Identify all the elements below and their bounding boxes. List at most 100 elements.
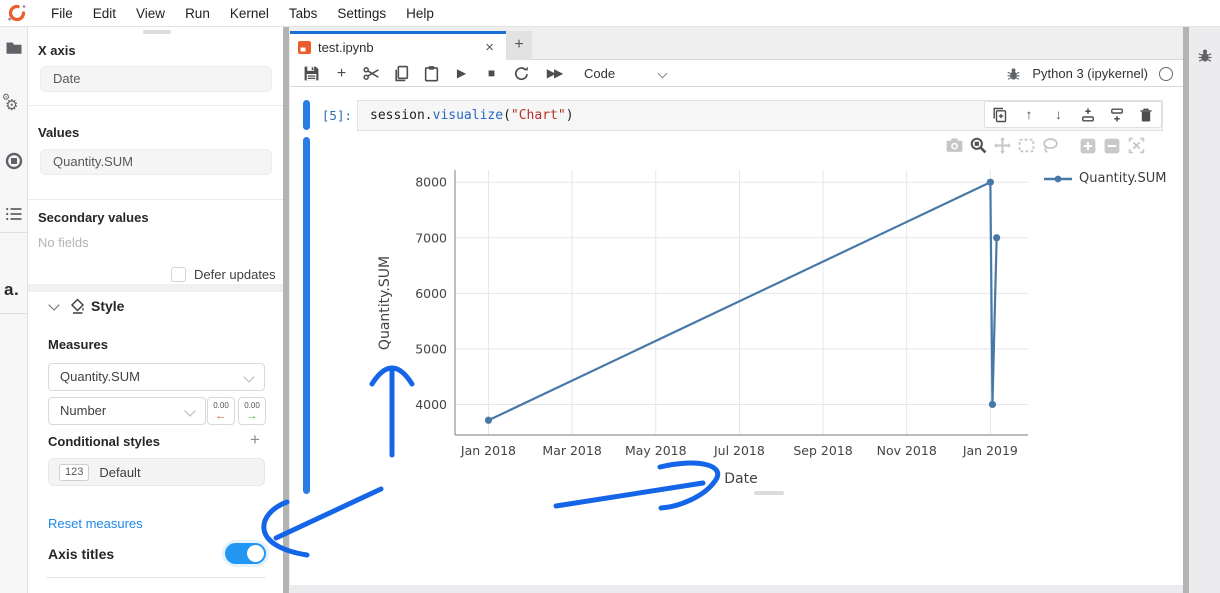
restart-run-all-icon[interactable]: ▶▶	[543, 65, 565, 82]
svg-text:5000: 5000	[415, 341, 447, 356]
divider	[28, 105, 283, 106]
panel-drag-handle[interactable]	[143, 30, 171, 34]
chart-editor-panel: X axis Date Values Quantity.SUM Secondar…	[28, 27, 283, 593]
restart-kernel-icon[interactable]	[513, 65, 530, 82]
duplicate-cell-icon[interactable]	[992, 107, 1008, 123]
secondary-values-empty: No fields	[38, 235, 89, 250]
values-section-label: Values	[38, 125, 79, 140]
menu-edit[interactable]: Edit	[83, 6, 126, 21]
copy-cells-icon[interactable]	[393, 65, 410, 82]
conditional-style-default-row[interactable]: 123 Default	[48, 458, 265, 486]
right-arrow-icon: →	[239, 411, 265, 421]
menu-settings[interactable]: Settings	[327, 6, 396, 21]
chevron-down-icon	[184, 405, 195, 416]
table-of-contents-icon[interactable]	[5, 205, 23, 223]
cell-output-collapser[interactable]	[303, 137, 310, 494]
chart-tick-labels: Jan 2018 Mar 2018 May 2018 Jul 2018 Sep 2018…	[415, 175, 1018, 458]
notebook-file-icon	[298, 41, 311, 54]
kernel-status-indicator	[1159, 67, 1173, 81]
chart-legend-item[interactable]: Quantity.SUM	[1043, 171, 1166, 186]
plotly-modebar	[945, 136, 1146, 155]
right-dock-border	[1183, 27, 1189, 593]
conditional-styles-label: Conditional styles	[48, 434, 160, 449]
run-cell-icon[interactable]: ▶	[453, 65, 470, 82]
jupyterlab-window: File Edit View Run Kernel Tabs Settings …	[0, 0, 1220, 593]
download-plot-icon[interactable]	[945, 136, 964, 155]
atoti-tab-logo[interactable]: a.	[4, 280, 19, 300]
paste-cells-icon[interactable]	[423, 65, 440, 82]
number-format-select[interactable]: Number	[48, 397, 206, 425]
move-cell-down-icon[interactable]: ↓	[1050, 107, 1066, 123]
menu-kernel[interactable]: Kernel	[220, 6, 279, 21]
running-kernels-icon[interactable]	[5, 152, 23, 170]
x-axis-field-chip[interactable]: Date	[40, 66, 272, 92]
style-section-title: Style	[91, 298, 124, 314]
notebook-toolbar: + ▶ ■ ▶▶ Code	[290, 60, 1183, 87]
increase-decimals-button[interactable]: 0.00 →	[238, 397, 266, 425]
notebook-content: [5]: session.visualize("Chart") ↑ ↓	[290, 87, 1183, 585]
app-logo-icon	[7, 3, 27, 23]
close-tab-icon[interactable]: ×	[485, 39, 498, 56]
insert-cell-above-icon[interactable]	[1080, 107, 1096, 123]
notebook-panel: test.ipynb × + +	[290, 27, 1183, 593]
autoscale-icon[interactable]	[1127, 136, 1146, 155]
new-launcher-button[interactable]: +	[506, 31, 532, 60]
pan-mode-icon[interactable]	[993, 136, 1012, 155]
dock-tab-bar: test.ipynb × +	[290, 27, 1183, 60]
menu-run[interactable]: Run	[175, 6, 220, 21]
svg-text:8000: 8000	[415, 175, 447, 190]
svg-text:Jul 2018: Jul 2018	[713, 443, 765, 458]
delete-cell-icon[interactable]	[1138, 107, 1154, 123]
zoom-in-icon[interactable]	[1079, 136, 1098, 155]
file-browser-icon[interactable]	[5, 39, 23, 57]
zoom-mode-icon[interactable]	[969, 136, 988, 155]
y-axis-title: Quantity.SUM	[377, 256, 393, 350]
axis-title-handle[interactable]	[754, 491, 784, 495]
box-select-icon[interactable]	[1017, 136, 1036, 155]
svg-text:Mar 2018: Mar 2018	[542, 443, 601, 458]
activity-bar: ⚙⚙ a.	[0, 27, 28, 593]
x-axis-section-label: X axis	[38, 43, 76, 58]
reset-measures-link[interactable]: Reset measures	[48, 516, 143, 531]
zoom-out-icon[interactable]	[1103, 136, 1122, 155]
lasso-select-icon[interactable]	[1041, 136, 1060, 155]
stop-kernel-icon[interactable]: ■	[483, 65, 500, 82]
menu-tabs[interactable]: Tabs	[279, 6, 328, 21]
x-axis-title: Date	[724, 471, 757, 487]
decrease-decimals-button[interactable]: 0.00 ←	[207, 397, 235, 425]
svg-text:Nov 2018: Nov 2018	[877, 443, 937, 458]
add-cell-icon[interactable]: +	[333, 65, 350, 82]
debugger-bug-icon[interactable]	[1006, 66, 1021, 81]
menu-view[interactable]: View	[126, 6, 175, 21]
values-field-chip[interactable]: Quantity.SUM	[40, 149, 272, 175]
menu-file[interactable]: File	[41, 6, 83, 21]
svg-text:Jan 2018: Jan 2018	[460, 443, 516, 458]
insert-cell-below-icon[interactable]	[1109, 107, 1125, 123]
debugger-sidebar-bug-icon[interactable]	[1197, 47, 1213, 63]
chart-series-line	[485, 179, 1000, 424]
property-inspector-icon[interactable]: ⚙⚙	[5, 97, 23, 115]
line-chart[interactable]: Jan 2018 Mar 2018 May 2018 Jul 2018 Sep 2018…	[365, 158, 1180, 505]
add-conditional-style-button[interactable]: +	[250, 430, 260, 450]
tab-test-ipynb[interactable]: test.ipynb ×	[290, 31, 506, 60]
execution-count-prompt: [5]:	[304, 108, 352, 123]
left-arrow-icon: ←	[208, 411, 234, 421]
svg-text:Sep 2018: Sep 2018	[793, 443, 852, 458]
secondary-values-label: Secondary values	[38, 210, 149, 225]
cut-cells-icon[interactable]	[363, 65, 380, 82]
measure-select[interactable]: Quantity.SUM	[48, 363, 265, 391]
style-section-chevron-icon[interactable]	[48, 299, 59, 310]
move-cell-up-icon[interactable]: ↑	[1021, 107, 1037, 123]
svg-text:May 2018: May 2018	[625, 443, 687, 458]
svg-text:6000: 6000	[415, 286, 447, 301]
save-icon[interactable]	[303, 65, 320, 82]
kernel-name[interactable]: Python 3 (ipykernel)	[1032, 66, 1148, 81]
section-groove	[28, 284, 283, 292]
divider	[46, 577, 266, 578]
panel-resize-splitter[interactable]	[283, 27, 289, 593]
menu-help[interactable]: Help	[396, 6, 444, 21]
defer-updates-checkbox[interactable]	[171, 267, 186, 282]
cell-type-select[interactable]: Code	[584, 66, 666, 81]
defer-updates-label: Defer updates	[194, 267, 276, 282]
axis-titles-toggle[interactable]	[225, 543, 266, 564]
